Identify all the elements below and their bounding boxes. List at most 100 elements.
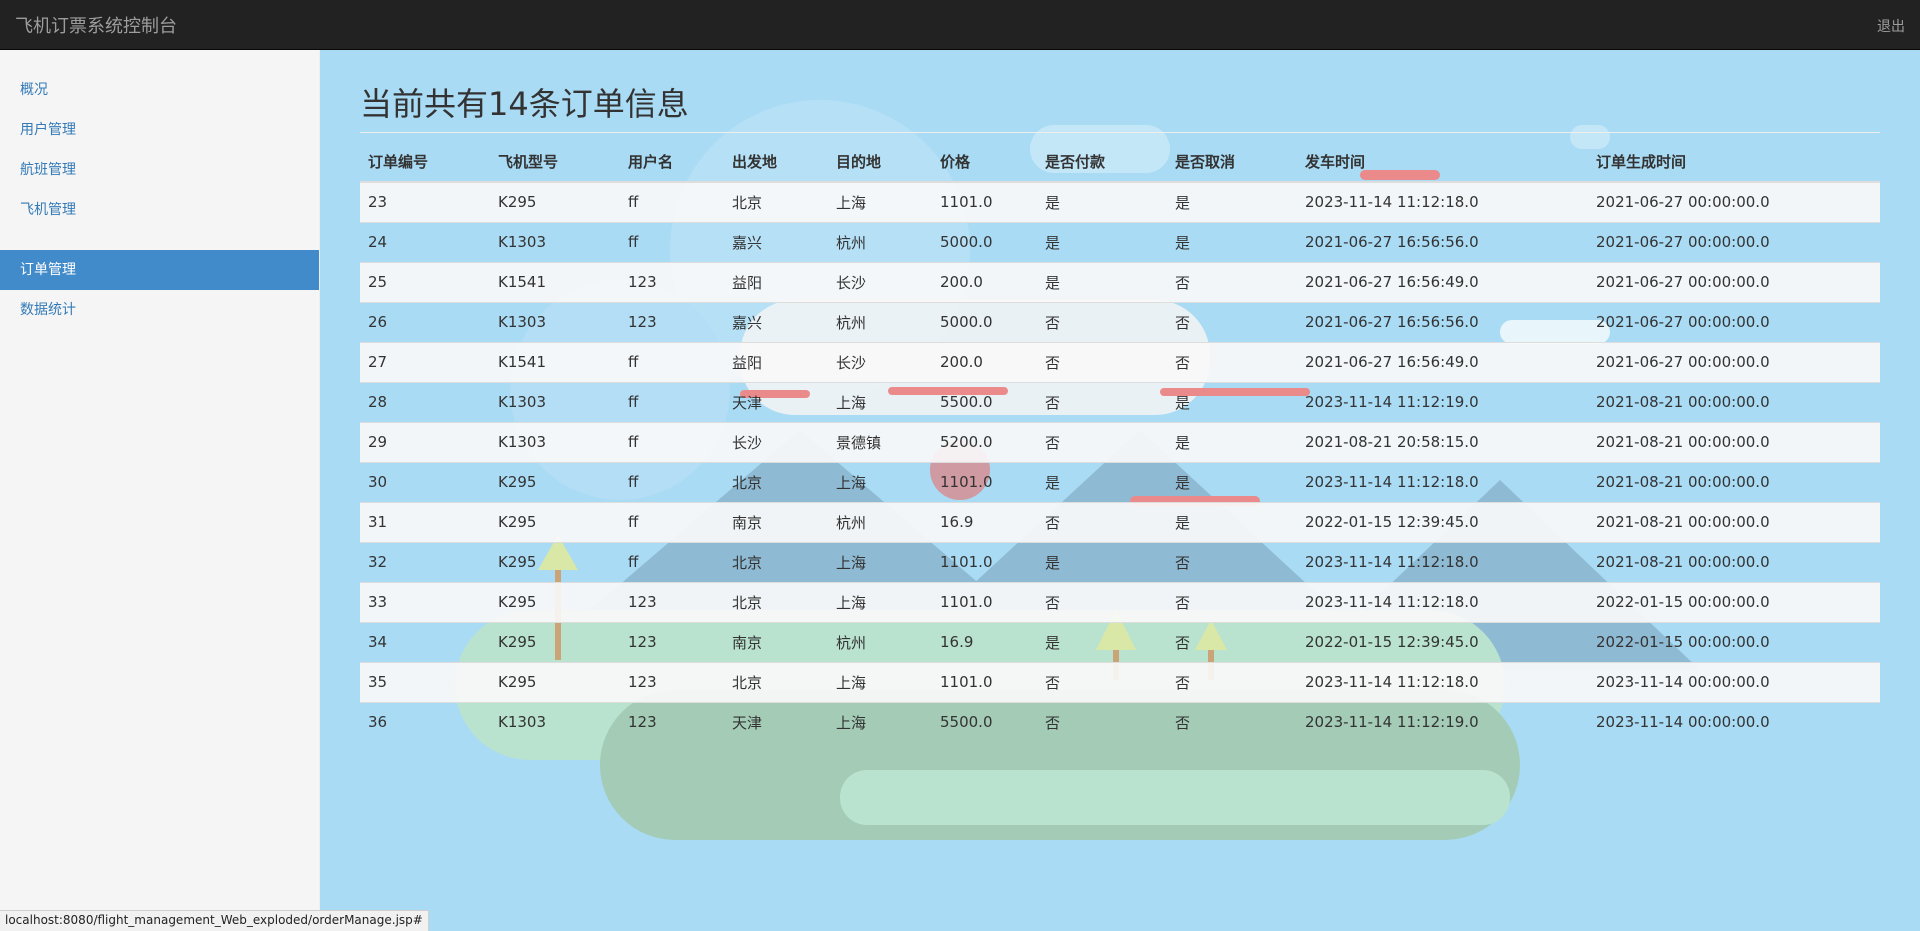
created-time-cell: 2021-06-27 00:00:00.0 — [1588, 341, 1880, 382]
price-cell: 200.0 — [932, 341, 1037, 382]
departure-cell: 嘉兴 — [724, 301, 828, 342]
departure-time-cell: 2022-01-15 12:39:45.0 — [1297, 621, 1588, 662]
departure-cell: 嘉兴 — [724, 221, 828, 262]
departure-cell: 南京 — [724, 501, 828, 542]
price-cell: 5200.0 — [932, 421, 1037, 462]
created-time-cell: 2021-06-27 00:00:00.0 — [1588, 301, 1880, 342]
plane-model-cell: K1303 — [490, 701, 620, 742]
table-row: 35 K295 123 北京 上海 1101.0 否否 2023-11-14 11:12:18… — [360, 661, 1880, 702]
departure-cell: 南京 — [724, 621, 828, 662]
created-time-cell: 2021-08-21 00:00:00.0 — [1588, 541, 1880, 582]
destination-cell: 上海 — [828, 701, 932, 742]
plane-model-cell: K295 — [490, 461, 620, 502]
destination-cell: 上海 — [828, 541, 932, 582]
cancelled-cell: 否 — [1167, 261, 1297, 302]
username-cell: ff — [620, 501, 724, 542]
table-row: 28 K1303 ff 天津 上海 5500.0 否是 2023-11-14 11:12:19… — [360, 381, 1880, 422]
departure-cell: 北京 — [724, 181, 828, 222]
departure-time-cell: 2021-06-27 16:56:49.0 — [1297, 261, 1588, 302]
order-id-cell: 26 — [360, 301, 490, 342]
table-row: 32 K295 ff 北京 上海 1101.0 是否 2023-11-14 11:12:18.… — [360, 541, 1880, 582]
price-cell: 1101.0 — [932, 541, 1037, 582]
price-cell: 1101.0 — [932, 581, 1037, 622]
app-brand[interactable]: 飞机订票系统控制台 — [15, 12, 177, 38]
status-bar-url: localhost:8080/flight_management_Web_exp… — [0, 910, 429, 931]
sidebar-item-plane-management[interactable]: 飞机管理 — [0, 190, 319, 230]
plane-model-cell: K295 — [490, 541, 620, 582]
plane-model-cell: K1303 — [490, 301, 620, 342]
created-time-cell: 2021-06-27 00:00:00.0 — [1588, 261, 1880, 302]
destination-cell: 杭州 — [828, 221, 932, 262]
price-cell: 5000.0 — [932, 301, 1037, 342]
table-header-row: 订单编号 飞机型号 用户名 出发地 目的地 价格 是否付款 是否取消 发车时间 … — [360, 142, 1880, 183]
created-time-cell: 2022-01-15 00:00:00.0 — [1588, 621, 1880, 662]
username-cell: 123 — [620, 261, 724, 302]
sidebar-item-order-management[interactable]: 订单管理 — [0, 250, 319, 290]
plane-model-cell: K295 — [490, 621, 620, 662]
paid-cell: 是 — [1037, 221, 1167, 262]
column-header-departure: 出发地 — [724, 142, 828, 183]
created-time-cell: 2023-11-14 00:00:00.0 — [1588, 661, 1880, 702]
paid-cell: 否 — [1037, 501, 1167, 542]
plane-model-cell: K295 — [490, 581, 620, 622]
paid-cell: 否 — [1037, 581, 1167, 622]
sidebar-item-user-management[interactable]: 用户管理 — [0, 110, 319, 150]
table-row: 25 K1541 123 益阳 长沙 200.0 是否 2021-06-27 16:56:49… — [360, 261, 1880, 302]
logout-link[interactable]: 退出 — [1877, 16, 1905, 36]
cancelled-cell: 否 — [1167, 301, 1297, 342]
destination-cell: 杭州 — [828, 501, 932, 542]
cancelled-cell: 是 — [1167, 181, 1297, 222]
sidebar-item-flight-management[interactable]: 航班管理 — [0, 150, 319, 190]
departure-time-cell: 2021-06-27 16:56:56.0 — [1297, 301, 1588, 342]
destination-cell: 杭州 — [828, 621, 932, 662]
column-header-order-id: 订单编号 — [360, 142, 490, 183]
price-cell: 16.9 — [932, 621, 1037, 662]
departure-time-cell: 2023-11-14 11:12:18.0 — [1297, 461, 1588, 502]
plane-model-cell: K295 — [490, 181, 620, 222]
column-header-plane-model: 飞机型号 — [490, 142, 620, 183]
order-id-cell: 33 — [360, 581, 490, 622]
departure-cell: 北京 — [724, 581, 828, 622]
plane-model-cell: K1303 — [490, 221, 620, 262]
paid-cell: 是 — [1037, 261, 1167, 302]
price-cell: 200.0 — [932, 261, 1037, 302]
departure-cell: 益阳 — [724, 261, 828, 302]
table-row: 34 K295 123 南京 杭州 16.9 是否 2022-01-15 12:39:45.0… — [360, 621, 1880, 662]
order-id-cell: 30 — [360, 461, 490, 502]
username-cell: ff — [620, 421, 724, 462]
page-header: 当前共有14条订单信息 — [360, 84, 1880, 133]
departure-time-cell: 2021-06-27 16:56:56.0 — [1297, 221, 1588, 262]
top-navbar: 飞机订票系统控制台 退出 — [0, 0, 1920, 50]
username-cell: 123 — [620, 301, 724, 342]
sidebar-item-statistics[interactable]: 数据统计 — [0, 290, 319, 330]
plane-model-cell: K1303 — [490, 381, 620, 422]
price-cell: 1101.0 — [932, 661, 1037, 702]
destination-cell: 杭州 — [828, 301, 932, 342]
column-header-departure-time: 发车时间 — [1297, 142, 1588, 183]
price-cell: 1101.0 — [932, 181, 1037, 222]
destination-cell: 长沙 — [828, 341, 932, 382]
departure-time-cell: 2023-11-14 11:12:18.0 — [1297, 181, 1588, 222]
main-content: 当前共有14条订单信息 订单编号 飞机型号 用户名 出发地 目的地 价格 是否付… — [320, 50, 1920, 931]
username-cell: ff — [620, 341, 724, 382]
cancelled-cell: 否 — [1167, 701, 1297, 742]
plane-model-cell: K1541 — [490, 261, 620, 302]
departure-time-cell: 2023-11-14 11:12:19.0 — [1297, 381, 1588, 422]
sidebar-item-overview[interactable]: 概况 — [0, 70, 319, 110]
departure-time-cell: 2021-06-27 16:56:49.0 — [1297, 341, 1588, 382]
paid-cell: 否 — [1037, 701, 1167, 742]
destination-cell: 上海 — [828, 461, 932, 502]
cancelled-cell: 是 — [1167, 221, 1297, 262]
cancelled-cell: 是 — [1167, 461, 1297, 502]
price-cell: 1101.0 — [932, 461, 1037, 502]
cancelled-cell: 是 — [1167, 501, 1297, 542]
paid-cell: 是 — [1037, 461, 1167, 502]
plane-model-cell: K295 — [490, 501, 620, 542]
paid-cell: 是 — [1037, 541, 1167, 582]
price-cell: 16.9 — [932, 501, 1037, 542]
table-row: 27 K1541 ff 益阳 长沙 200.0 否否 2021-06-27 16:56:49.… — [360, 341, 1880, 382]
cancelled-cell: 否 — [1167, 341, 1297, 382]
order-id-cell: 35 — [360, 661, 490, 702]
created-time-cell: 2021-08-21 00:00:00.0 — [1588, 381, 1880, 422]
cancelled-cell: 否 — [1167, 621, 1297, 662]
